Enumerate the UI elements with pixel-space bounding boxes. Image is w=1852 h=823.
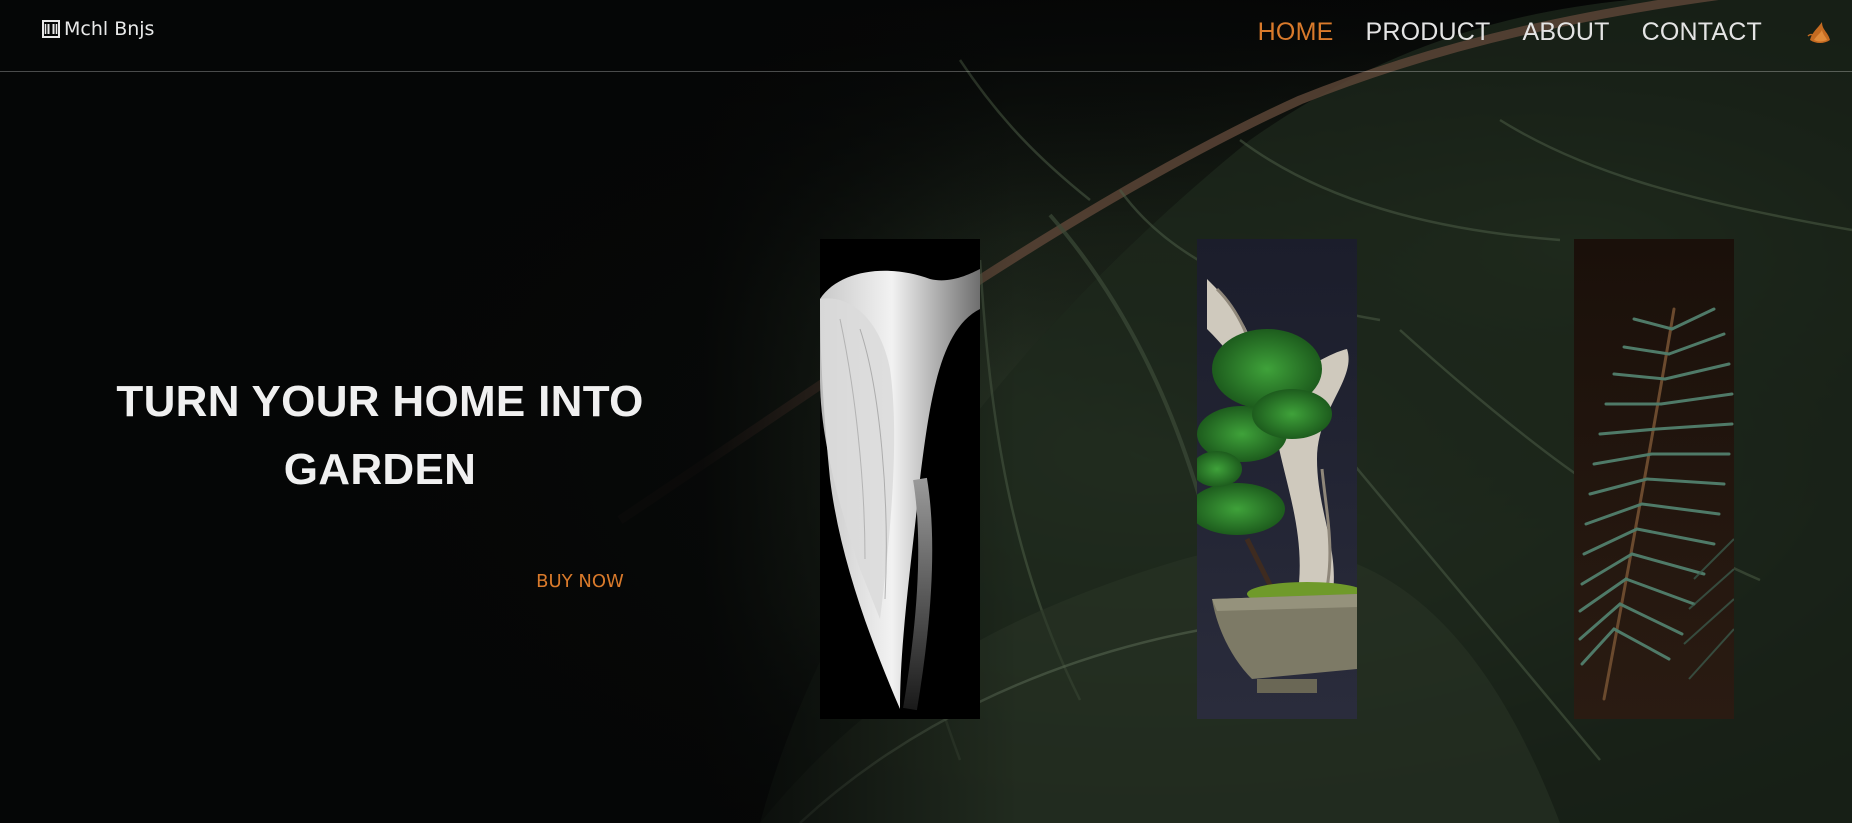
columns-icon [42, 20, 60, 38]
hero-title: TURN YOUR HOME INTO GARDEN [80, 368, 680, 504]
nav-about[interactable]: ABOUT [1523, 18, 1610, 47]
brand-name: Mchl Bnjs [64, 18, 155, 40]
fern-image[interactable] [1574, 239, 1734, 719]
nav-contact[interactable]: CONTACT [1642, 18, 1762, 47]
nav-home[interactable]: HOME [1258, 18, 1334, 47]
bonsai-art [1197, 239, 1357, 719]
calla-lily-art [820, 239, 980, 719]
bonsai-tree-image[interactable] [1197, 239, 1357, 719]
main-nav: HOME PRODUCT ABOUT CONTACT [1258, 14, 1852, 50]
header: Mchl Bnjs HOME PRODUCT ABOUT CONTACT [0, 0, 1852, 72]
hero-title-line2: GARDEN [283, 445, 477, 494]
nav-product[interactable]: PRODUCT [1365, 18, 1490, 47]
buy-now-button[interactable]: BUY NOW [520, 566, 640, 596]
hero-title-line1: TURN YOUR HOME INTO [116, 377, 644, 426]
fern-art [1574, 239, 1734, 719]
calla-lily-image[interactable] [820, 239, 980, 719]
brand[interactable]: Mchl Bnjs [42, 16, 154, 42]
flame-leaf-icon[interactable] [1806, 18, 1834, 46]
